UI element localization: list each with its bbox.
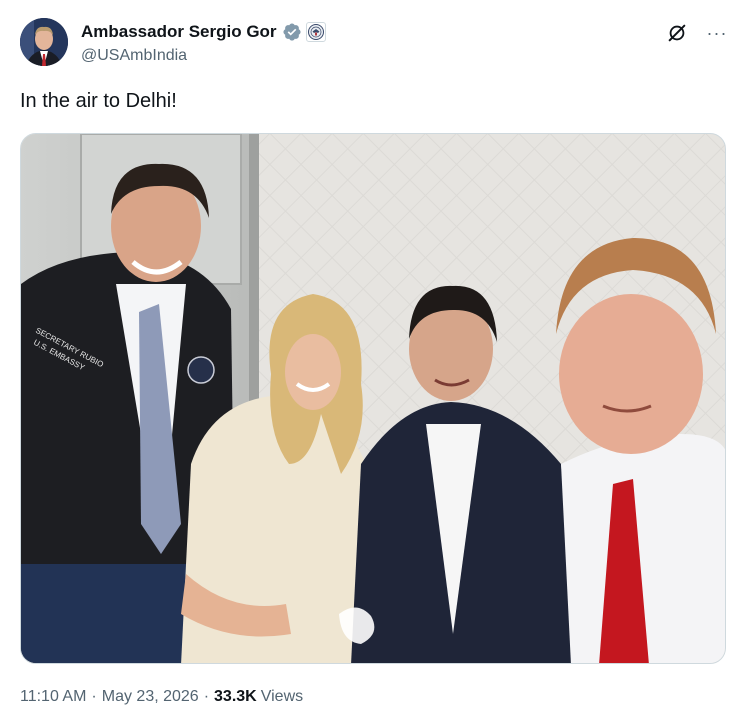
views-label: Views <box>260 688 304 705</box>
author-names: Ambassador Sergio Gor @USAmbIndia <box>81 20 326 65</box>
tweet-time-link[interactable]: 11:10 AM <box>20 688 86 706</box>
author-display-name[interactable]: Ambassador Sergio Gor <box>81 22 277 42</box>
more-horizontal-icon: ··· <box>706 22 728 43</box>
verified-check-icon[interactable] <box>282 22 302 42</box>
grok-button[interactable] <box>664 20 690 46</box>
tweet-meta: 11:10 AM · May 23, 2026 · 33.3K Views <box>20 688 303 706</box>
tweet-photo[interactable]: SECRETARY RUBIO U.S. EMBASSY <box>20 133 726 664</box>
tweet-text: In the air to Delhi! <box>20 90 177 112</box>
name-row: Ambassador Sergio Gor <box>81 20 326 44</box>
photo-content: SECRETARY RUBIO U.S. EMBASSY <box>21 134 725 663</box>
tweet-header: Ambassador Sergio Gor @USAmbIndia ··· <box>20 18 730 70</box>
views-count[interactable]: 33.3K <box>214 688 257 706</box>
avatar[interactable] <box>20 18 68 66</box>
grok-icon <box>668 24 686 42</box>
tweet-date-link[interactable]: May 23, 2026 <box>102 688 199 706</box>
avatar-image <box>20 18 68 66</box>
meta-separator: · <box>203 688 210 705</box>
tweet: Ambassador Sergio Gor @USAmbIndia ··· In… <box>0 0 745 723</box>
more-options-button[interactable]: ··· <box>704 20 730 46</box>
state-department-seal-icon[interactable] <box>305 22 326 42</box>
meta-separator: · <box>91 688 97 705</box>
author-handle[interactable]: @USAmbIndia <box>81 47 326 65</box>
